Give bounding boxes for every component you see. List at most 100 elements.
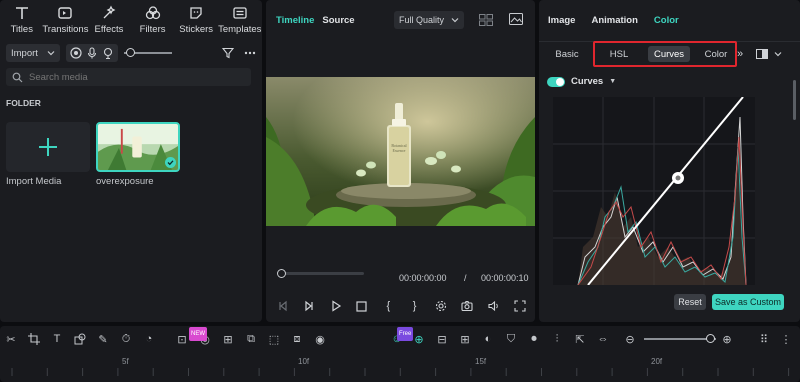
auto-caption-icon[interactable]: ⊡ bbox=[175, 332, 189, 346]
export-icon[interactable]: ⇱ bbox=[573, 332, 587, 346]
smart-cutout-icon[interactable]: ⬚ bbox=[267, 332, 281, 346]
mic-record-icon[interactable]: ⏺ bbox=[527, 332, 541, 346]
playback-controls: { } bbox=[276, 299, 527, 313]
save-as-custom-button[interactable]: Save as Custom bbox=[712, 294, 784, 310]
clip-label: overexposure bbox=[96, 176, 154, 187]
curves-graph[interactable] bbox=[553, 96, 755, 286]
mark-in-icon[interactable]: { bbox=[381, 299, 395, 313]
volume-icon[interactable] bbox=[487, 299, 501, 313]
clip-icon[interactable]: ⊞ bbox=[458, 332, 472, 346]
audio-mixer-icon[interactable]: ⫶ bbox=[550, 332, 564, 346]
effects-icon bbox=[103, 5, 116, 19]
tab-source[interactable]: Source bbox=[322, 15, 354, 26]
current-time: 00:00:00:00 bbox=[399, 273, 447, 283]
timeline-toolbar: ✂ T ✎ ⏱ ◔ ⊡ ◎ ⊞ ⧉ ⬚ ⧈ ◉ NEW ☺ Free ⊕ ⊟ ⊞… bbox=[0, 326, 800, 352]
ruler-mark-10f: 10f bbox=[298, 357, 310, 366]
marker-icon[interactable]: ⊟ bbox=[435, 332, 449, 346]
stop-icon[interactable] bbox=[355, 299, 369, 313]
filter-icon[interactable] bbox=[222, 47, 234, 59]
tab-label: Stickers bbox=[179, 24, 214, 35]
search-input[interactable] bbox=[29, 71, 229, 83]
search-bar bbox=[6, 68, 251, 86]
tab-image[interactable]: Image bbox=[548, 15, 575, 26]
playhead-knob[interactable] bbox=[277, 269, 286, 278]
zoom-in-icon[interactable]: ⊕ bbox=[720, 332, 734, 346]
crop-icon[interactable] bbox=[27, 332, 41, 346]
caret-down-icon[interactable]: ▼ bbox=[609, 78, 616, 85]
text-tool-icon[interactable]: T bbox=[50, 332, 64, 346]
ruler-mark-20f: 20f bbox=[651, 357, 663, 366]
subtab-basic[interactable]: Basic bbox=[551, 46, 583, 62]
chevron-down-icon bbox=[47, 51, 55, 56]
timer-icon[interactable]: ⏱ bbox=[119, 332, 133, 346]
curves-chart bbox=[553, 96, 755, 286]
media-clip-overexposure[interactable]: overexposure bbox=[96, 122, 180, 187]
zoom-slider[interactable] bbox=[124, 44, 172, 62]
video-preview[interactable]: Botanical Essence bbox=[266, 77, 535, 226]
tab-stickers[interactable]: Stickers bbox=[174, 5, 218, 40]
ai-cutout-icon[interactable]: ⊞ bbox=[221, 332, 235, 346]
shape-icon[interactable] bbox=[73, 332, 87, 346]
record-icon[interactable] bbox=[70, 47, 82, 59]
tab-filters[interactable]: Filters bbox=[131, 5, 175, 40]
motion-track-icon[interactable]: ◉ bbox=[313, 332, 327, 346]
record-group bbox=[66, 44, 118, 62]
shield-icon[interactable]: ⛉ bbox=[504, 332, 518, 346]
split-scissors-icon[interactable]: ✂ bbox=[4, 332, 18, 346]
settings-gear-icon[interactable] bbox=[434, 299, 448, 313]
grid-view-icon[interactable] bbox=[479, 14, 493, 26]
tab-effects[interactable]: Effects bbox=[87, 5, 131, 40]
import-media-thumb[interactable] bbox=[6, 122, 90, 172]
timeline-zoom-knob[interactable] bbox=[706, 334, 715, 343]
properties-panel: Image Animation Color Basic HSL Curves C… bbox=[539, 0, 800, 322]
timeline-zoom-slider[interactable] bbox=[644, 334, 716, 343]
zoom-knob[interactable] bbox=[126, 48, 135, 57]
clip-thumbnail[interactable] bbox=[96, 122, 180, 172]
ai-voice-icon[interactable] bbox=[102, 47, 114, 59]
tab-templates[interactable]: Templates bbox=[218, 5, 262, 40]
freeze-frame-icon[interactable]: ⧈ bbox=[290, 332, 304, 346]
panel-scrollbar[interactable] bbox=[793, 80, 796, 120]
more-icon[interactable]: ⋮ bbox=[779, 332, 793, 346]
tab-animation[interactable]: Animation bbox=[591, 15, 637, 26]
pen-icon[interactable]: ✎ bbox=[96, 332, 110, 346]
property-tabs: Image Animation Color bbox=[539, 0, 800, 42]
microphone-icon[interactable] bbox=[86, 47, 98, 59]
reset-button[interactable]: Reset bbox=[674, 294, 706, 310]
import-dropdown[interactable]: Import bbox=[6, 44, 60, 62]
quality-dropdown[interactable]: Full Quality bbox=[394, 11, 464, 29]
zoom-out-icon[interactable]: ⊖ bbox=[623, 332, 637, 346]
import-media-tile[interactable]: Import Media bbox=[6, 122, 90, 187]
fit-icon[interactable]: ⇔ bbox=[596, 332, 610, 346]
tab-titles[interactable]: Titles bbox=[0, 5, 44, 40]
more-icon[interactable] bbox=[244, 47, 256, 59]
mark-out-icon[interactable]: } bbox=[408, 299, 422, 313]
layout-grid-icon[interactable]: ⠿ bbox=[757, 332, 771, 346]
curves-toggle[interactable] bbox=[547, 76, 565, 87]
speed-icon[interactable]: ◔ bbox=[142, 332, 156, 346]
play-icon[interactable] bbox=[329, 299, 343, 313]
compare-view-icon[interactable] bbox=[755, 46, 769, 62]
playback-scrubber[interactable] bbox=[277, 269, 364, 278]
chevron-down-icon[interactable] bbox=[773, 46, 783, 62]
video-frame: Botanical Essence bbox=[266, 77, 535, 226]
search-icon bbox=[12, 72, 23, 82]
fullscreen-icon[interactable] bbox=[513, 299, 527, 313]
tab-timeline[interactable]: Timeline bbox=[276, 15, 314, 26]
tab-color[interactable]: Color bbox=[654, 15, 679, 26]
time-separator: / bbox=[464, 273, 467, 283]
total-time: 00:00:00:10 bbox=[481, 273, 529, 283]
timeline-ruler[interactable]: 5f 10f 15f 20f bbox=[0, 354, 800, 382]
previous-frame-icon[interactable] bbox=[276, 299, 290, 313]
ai-portrait-icon[interactable]: ⧉ bbox=[244, 332, 258, 346]
timeline-panel: ✂ T ✎ ⏱ ◔ ⊡ ◎ ⊞ ⧉ ⬚ ⧈ ◉ NEW ☺ Free ⊕ ⊟ ⊞… bbox=[0, 326, 800, 382]
snapshot-image-icon[interactable] bbox=[509, 13, 523, 25]
new-badge: NEW bbox=[189, 327, 207, 341]
next-frame-icon[interactable] bbox=[302, 299, 316, 313]
camera-icon[interactable] bbox=[460, 299, 474, 313]
tab-transitions[interactable]: Transitions bbox=[42, 5, 88, 40]
snap-icon[interactable]: ⊕ bbox=[412, 332, 426, 346]
curves-label: Curves bbox=[571, 76, 604, 87]
keyframe-icon[interactable]: ◐ bbox=[481, 332, 495, 346]
chevron-down-icon bbox=[451, 18, 459, 23]
